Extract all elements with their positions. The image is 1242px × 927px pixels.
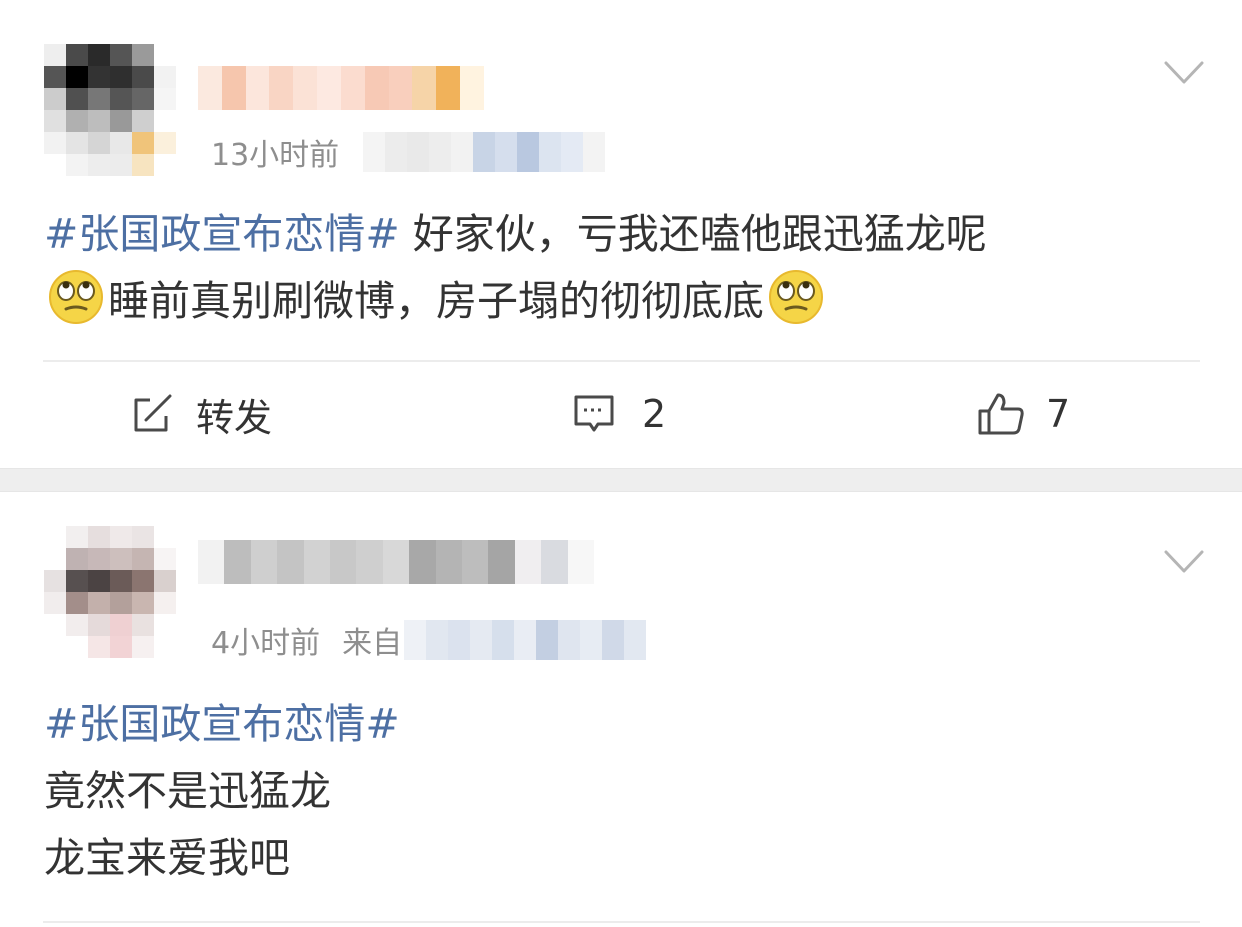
comment-card: 13小时前 #张国政宣布恋情# 好家伙，亏我还嗑他跟迅猛龙呢 睡前真别刷微博，房… [0,0,1242,468]
comment-card: 4小时前 来自 #张国政宣布恋情# 竟然不是迅猛龙 龙宝来爱我吧 [0,492,1242,927]
repost-button[interactable]: 转发 [130,382,272,446]
comment-text-line: 竟然不是迅猛龙 [44,767,331,815]
repost-icon [134,394,172,432]
username-blurred[interactable] [198,66,484,110]
comment-text-line: 好家伙，亏我还嗑他跟迅猛龙呢 [399,210,987,258]
comment-icon [574,395,614,432]
post-meta: 4小时前 来自 [211,618,647,662]
comment-body: #张国政宣布恋情# 竟然不是迅猛龙 龙宝来爱我吧 [44,691,1194,892]
thumbs-up-icon [978,393,1024,435]
username-blurred[interactable] [198,540,595,584]
comment-text-line: 龙宝来爱我吧 [44,834,290,882]
divider [43,921,1200,923]
avatar[interactable] [44,526,176,658]
like-button[interactable]: 7 [976,382,1070,446]
topic-link[interactable]: #张国政宣布恋情# [44,210,400,258]
avatar[interactable] [44,44,176,176]
like-count: 7 [1046,392,1071,436]
source-blurred[interactable] [363,132,606,172]
section-separator [0,468,1242,492]
source-blurred[interactable] [404,620,647,660]
comment-body: #张国政宣布恋情# 好家伙，亏我还嗑他跟迅猛龙呢 睡前真别刷微博，房子塌的彻彻底… [44,201,1194,335]
post-source-label: 来自 [342,626,403,661]
post-meta: 13小时前 [211,130,606,174]
topic-link[interactable]: #张国政宣布恋情# [44,700,400,748]
eye-roll-emoji-icon [49,270,103,324]
eye-roll-emoji-icon [769,270,823,324]
repost-label: 转发 [196,395,273,440]
post-time: 13小时前 [211,138,340,173]
comment-text-line: 睡前真别刷微博，房子塌的彻彻底底 [108,277,764,325]
chevron-down-icon[interactable] [1164,60,1204,86]
post-time: 4小时前 [211,626,321,661]
chevron-down-icon[interactable] [1164,549,1204,575]
divider [43,360,1200,362]
comment-button[interactable]: 2 [572,382,666,446]
comment-count: 2 [642,392,667,436]
